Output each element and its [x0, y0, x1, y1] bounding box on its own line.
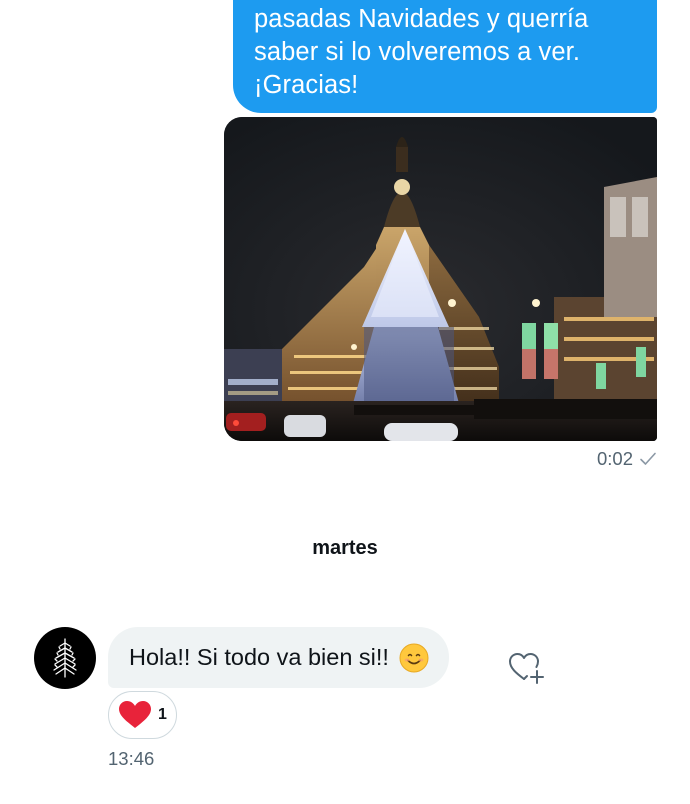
sent-message-meta: 0:02: [597, 448, 657, 470]
photo-image: [224, 117, 657, 441]
reaction-pill[interactable]: 1: [108, 691, 177, 739]
heart-plus-icon: [509, 653, 544, 684]
smiling-face-emoji-icon: [399, 643, 429, 672]
photo-attachment[interactable]: [224, 117, 657, 441]
sent-time: 0:02: [596, 448, 633, 469]
add-reaction-button[interactable]: [506, 649, 546, 687]
outgoing-message-bubble[interactable]: pasadas Navidades y querría saber si lo …: [233, 0, 657, 113]
incoming-message-text: Hola!! Si todo va bien si!!: [129, 644, 389, 670]
outgoing-message-line: ¡Gracias!: [254, 71, 359, 99]
outgoing-message-line: saber si lo volveremos a ver.: [254, 38, 581, 66]
received-time: 13:46: [108, 748, 155, 769]
avatar[interactable]: [34, 627, 96, 689]
incoming-message-bubble[interactable]: Hola!! Si todo va bien si!!: [108, 627, 449, 688]
heart-icon: [119, 701, 151, 728]
outgoing-message-line: pasadas Navidades y querría: [254, 5, 589, 33]
tree-logo-icon: [53, 638, 77, 678]
reaction-count: 1: [158, 706, 167, 723]
sent-check-icon: [640, 452, 656, 465]
day-divider: martes: [312, 537, 378, 559]
